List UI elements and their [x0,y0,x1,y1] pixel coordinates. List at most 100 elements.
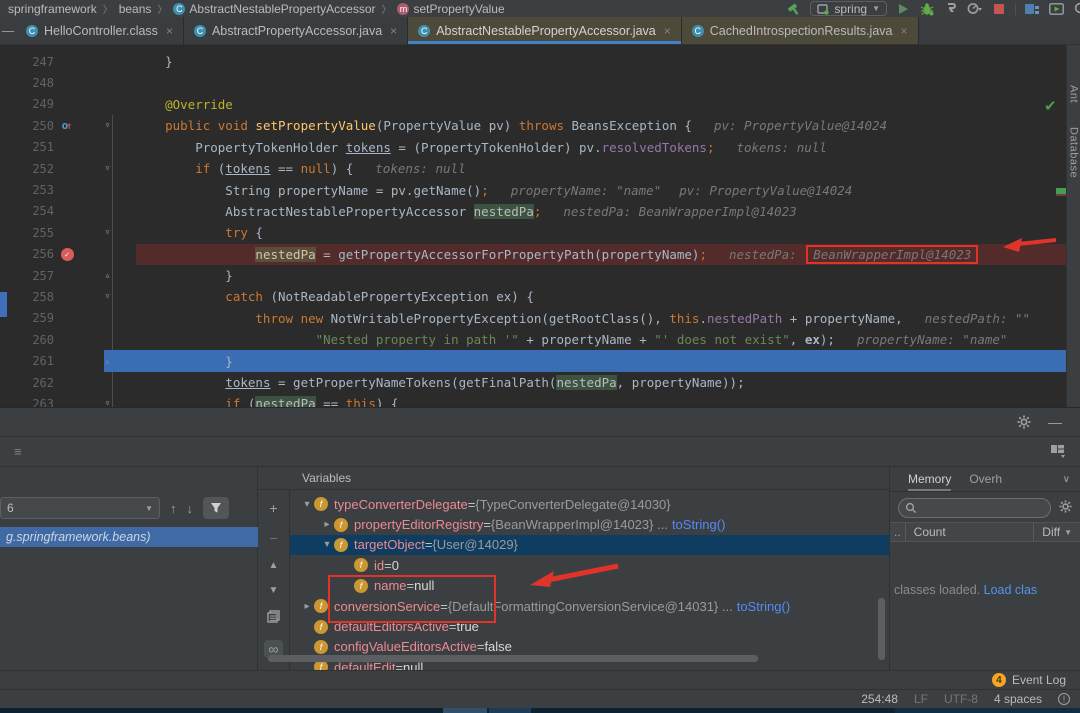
close-icon[interactable]: × [901,24,908,38]
variables-vertical-scrollbar[interactable] [878,598,885,660]
close-icon[interactable]: × [664,24,671,38]
column-class[interactable]: .. [890,525,905,539]
close-icon[interactable]: × [390,24,397,38]
fold-toggle-icon[interactable]: ▿ [80,291,135,302]
breadcrumb-item[interactable]: C AbstractNestablePropertyAccessor [173,2,375,16]
line-number[interactable]: 253 [14,183,54,197]
chevron-down-icon[interactable]: ∨ [1063,474,1070,485]
debug-button[interactable] [919,1,935,17]
settings-gear-icon[interactable] [1016,414,1032,430]
remove-watch-icon[interactable]: − [269,530,277,546]
tab-memory[interactable]: Memory [908,472,952,491]
tree-expander-icon[interactable]: ▾ [320,539,334,550]
thread-select-value: 6 [7,501,14,515]
tab-overhead[interactable]: Overh [969,472,1002,486]
tool-tab-ant[interactable]: Ant [1068,85,1080,103]
variable-row[interactable]: ▸ f propertyEditorRegistry = {BeanWrapperI… [290,514,889,534]
column-diff[interactable]: Diff [1034,525,1064,539]
stack-frame-item[interactable]: g.springframework.beans) [0,527,258,547]
tostring-link[interactable]: toString() [737,599,790,614]
fold-toggle-icon[interactable]: ▵ [80,356,135,367]
memory-settings-gear-icon[interactable] [1059,500,1072,516]
coverage-button[interactable] [943,1,959,17]
memory-search-row [890,492,1080,522]
breakpoint-icon[interactable]: ✓ [54,247,80,261]
line-number[interactable]: 260 [14,333,54,347]
frame-up-icon[interactable]: ↑ [170,501,177,516]
restore-layout-icon[interactable] [1051,445,1066,458]
variables-horizontal-scrollbar[interactable] [268,655,758,662]
event-log-button[interactable]: Event Log [1012,673,1066,687]
line-number[interactable]: 256 [14,247,54,261]
run-config-select[interactable]: spring ▼ [810,1,887,16]
editor-tab[interactable]: C HelloController.class × [16,17,184,44]
tab-label: AbstractNestablePropertyAccessor.java [436,23,656,38]
caret-position[interactable]: 254:48 [861,692,898,706]
build-hammer-icon[interactable] [786,1,802,17]
line-number[interactable]: 259 [14,311,54,325]
editor-tab[interactable]: C CachedIntrospectionResults.java × [681,17,919,44]
line-number[interactable]: 251 [14,140,54,154]
tool-tab-database[interactable]: Database [1068,127,1080,178]
view-options-icon[interactable]: ≡ [14,444,22,459]
field-icon: f [314,599,328,614]
tab-bar-collapse-icon[interactable]: — [0,17,16,44]
variable-row[interactable]: ▾ f targetObject = {User@14029} [290,534,889,556]
line-number[interactable]: 257 [14,269,54,283]
breakpoint-icon[interactable]: ✓ [60,247,74,261]
fold-toggle-icon[interactable]: ▿ [80,227,135,238]
line-number[interactable]: 247 [14,55,54,69]
line-number[interactable]: 249 [14,97,54,111]
frame-down-icon[interactable]: ↓ [187,501,194,516]
line-number[interactable]: 252 [14,162,54,176]
tree-expander-icon[interactable]: ▾ [300,499,314,510]
variable-row[interactable]: ▾ f typeConverterDelegate = {TypeConverter… [290,494,889,514]
line-number[interactable]: 261 [14,354,54,368]
run-anything-icon[interactable] [1048,1,1064,17]
code-editor[interactable]: 247 } 248 249 @Override 250 o↑ ▿ public void … [0,45,1080,407]
tree-expander-icon[interactable]: ▸ [300,601,314,612]
chevron-down-icon: ▼ [145,503,153,513]
breadcrumb-item[interactable]: springframework [8,2,97,16]
project-structure-icon[interactable] [1024,1,1040,17]
indent-setting[interactable]: 4 spaces [994,692,1042,706]
memory-search-input[interactable] [898,498,1051,518]
line-number[interactable]: 248 [14,76,54,90]
close-icon[interactable]: × [166,24,173,38]
move-up-icon[interactable]: ▲ [269,560,279,571]
editor-tab[interactable]: C AbstractPropertyAccessor.java × [184,17,409,44]
column-count[interactable]: Count [906,525,954,539]
override-marker-icon[interactable]: o↑ [54,119,80,132]
stop-button[interactable] [991,1,1007,17]
tostring-link[interactable]: toString() [672,517,725,532]
run-button[interactable] [895,1,911,17]
hide-frames-filter-icon[interactable] [203,497,229,519]
line-number[interactable]: 263 [14,397,54,407]
line-number[interactable]: 262 [14,376,54,390]
ide-window: springframework 〉 beans 〉 C AbstractNestableP… [0,0,1080,713]
add-watch-icon[interactable]: + [269,500,277,516]
profiler-button[interactable] [967,1,983,17]
breadcrumb-item[interactable]: m setPropertyValue [397,2,505,16]
search-everywhere-icon[interactable] [1072,1,1080,17]
override-marker-icon[interactable]: o↑ [62,119,73,132]
line-number[interactable]: 255 [14,226,54,240]
fold-toggle-icon[interactable]: ▿ [80,163,135,174]
line-number[interactable]: 254 [14,204,54,218]
minimize-icon[interactable]: — [1048,414,1062,430]
load-classes-link[interactable]: Load clas [984,583,1038,597]
editor-tab[interactable]: C AbstractNestablePropertyAccessor.java × [408,17,682,44]
notifications-icon[interactable]: ! [1058,693,1070,705]
tree-expander-icon[interactable]: ▸ [320,519,334,530]
line-number[interactable]: 258 [14,290,54,304]
fold-toggle-icon[interactable]: ▿ [80,120,135,131]
line-ending[interactable]: LF [914,692,928,706]
breadcrumb-item[interactable]: beans [119,2,152,16]
file-encoding[interactable]: UTF-8 [944,692,978,706]
thread-select[interactable]: 6 ▼ [0,497,160,519]
fold-toggle-icon[interactable]: ▿ [80,398,135,407]
move-down-icon[interactable]: ▼ [269,585,279,596]
duplicate-icon[interactable] [267,610,280,626]
fold-toggle-icon[interactable]: ▵ [80,270,135,281]
line-number[interactable]: 250 [14,119,54,133]
